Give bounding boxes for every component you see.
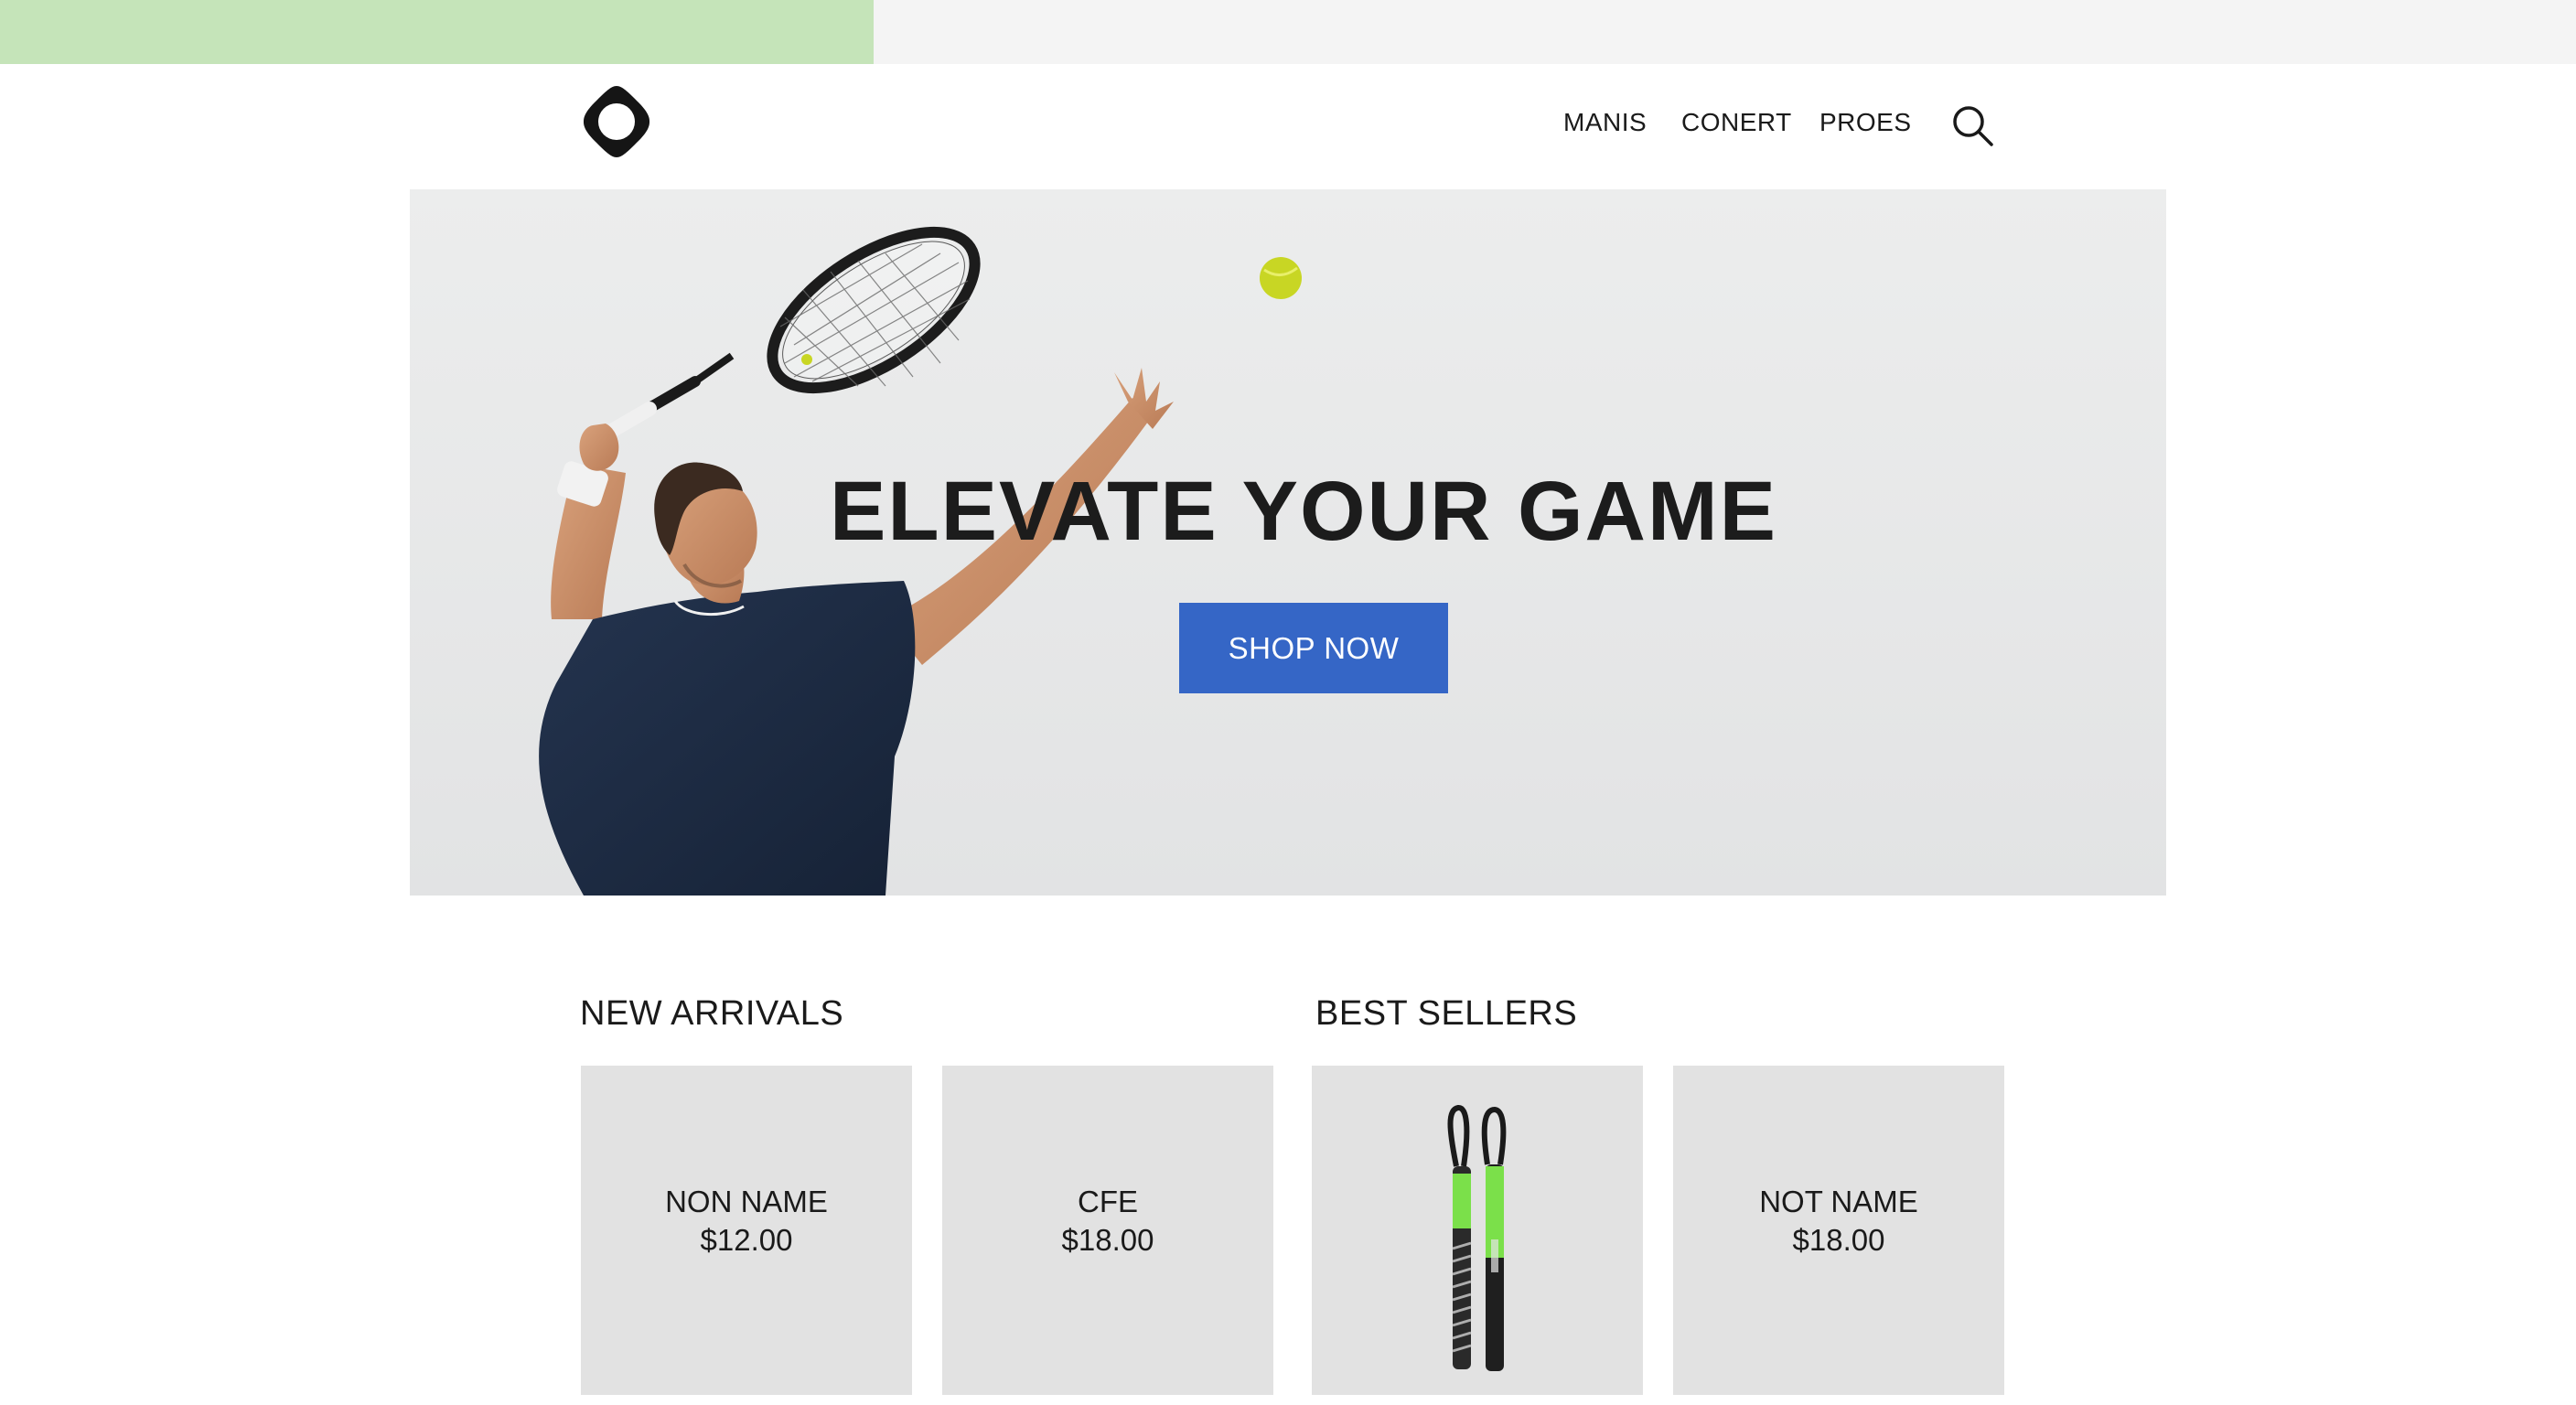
- top-bar: [874, 0, 2576, 64]
- new-arrivals-title: NEW ARRIVALS: [580, 994, 844, 1033]
- page: MANIS CONERT PROES ELEVATE YOUR GAME SHO…: [0, 0, 2576, 1405]
- product-info: CFE $18.00: [942, 1183, 1273, 1260]
- hero-banner: ELEVATE YOUR GAME SHOP NOW: [410, 189, 2166, 896]
- product-name: CFE: [1078, 1185, 1138, 1218]
- product-price: $18.00: [1061, 1223, 1154, 1257]
- product-info: NON NAME $12.00: [581, 1183, 912, 1260]
- product-card[interactable]: [1312, 1066, 1643, 1395]
- hero-title-text: ELEVATE YOUR GAME: [830, 465, 1777, 558]
- top-accent-bar: [0, 0, 874, 64]
- product-card[interactable]: NOT NAME $18.00: [1673, 1066, 2004, 1395]
- product-card[interactable]: NON NAME $12.00: [581, 1066, 912, 1395]
- product-info: NOT NAME $18.00: [1673, 1183, 2004, 1260]
- nav-item-proes[interactable]: PROES: [1819, 108, 1912, 137]
- product-price: $18.00: [1792, 1223, 1885, 1257]
- shop-now-button[interactable]: SHOP NOW: [1179, 603, 1448, 693]
- nav-item-manis[interactable]: MANIS: [1563, 108, 1647, 137]
- best-sellers-title: BEST SELLERS: [1315, 994, 1578, 1033]
- rounded-ring-logo-icon[interactable]: [582, 84, 651, 159]
- product-price: $12.00: [700, 1223, 793, 1257]
- racket-grip-image: [1447, 1105, 1507, 1371]
- hero-title: ELEVATE YOUR GAME: [410, 464, 2166, 560]
- product-name: NOT NAME: [1759, 1185, 1918, 1218]
- search-icon[interactable]: [1951, 104, 1995, 148]
- product-name: NON NAME: [665, 1185, 828, 1218]
- product-card[interactable]: CFE $18.00: [942, 1066, 1273, 1395]
- nav-item-conert[interactable]: CONERT: [1681, 108, 1792, 137]
